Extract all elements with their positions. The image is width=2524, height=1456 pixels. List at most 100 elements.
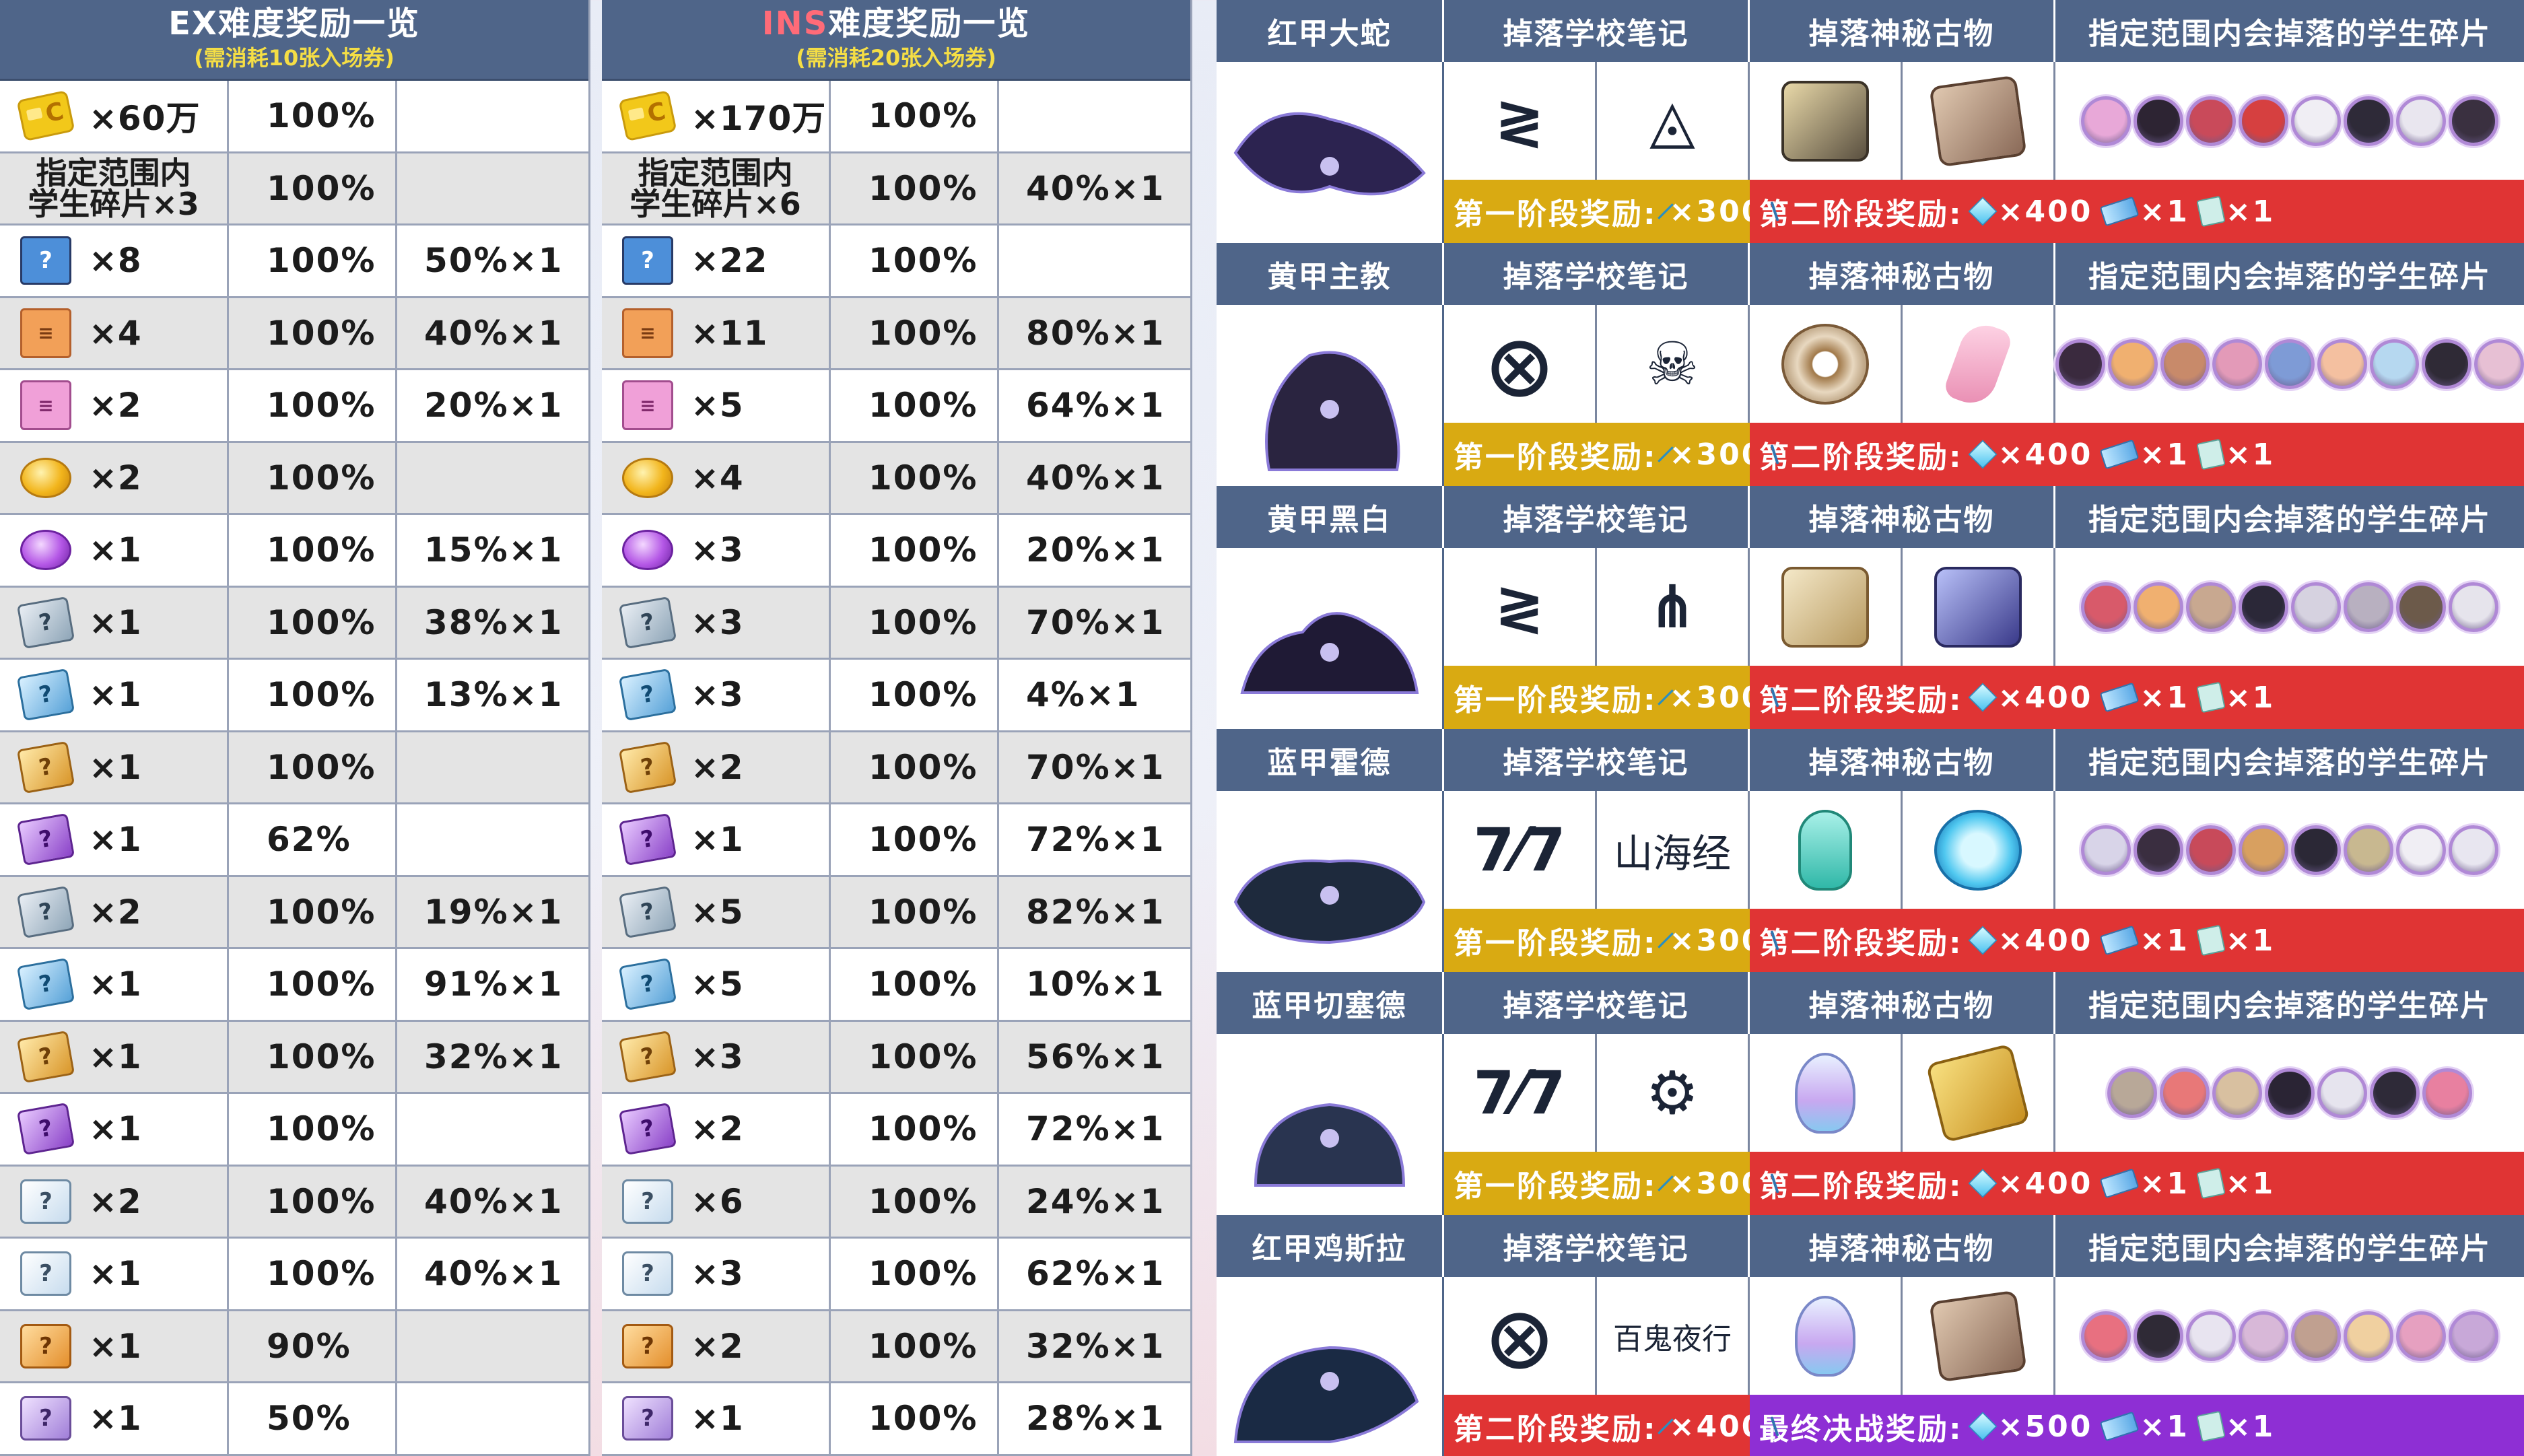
purple-orb-icon <box>20 530 71 571</box>
student-shards-header: 指定范围内会掉落的学生碎片 <box>2055 243 2524 305</box>
silver-blueprint-icon: ? <box>16 596 75 649</box>
ex-row: ? ×1 100% 38%×1 <box>0 587 588 660</box>
ins-extra-drop: 40%×1 <box>1026 458 1165 497</box>
blue-blueprint-icon: ? <box>618 668 677 722</box>
boss-portrait <box>1217 791 1444 972</box>
ins-item-cell: ? ×3 <box>602 1021 831 1092</box>
stage-b-reward: 第二阶段奖励: ×400 ×1 ×1 <box>1750 1152 2524 1215</box>
ins-row: ? ×3 100% 62%×1 <box>602 1239 1190 1311</box>
ex-row: ? ×1 100% 32%×1 <box>0 1021 588 1094</box>
ins-item-cell: ? ×2 <box>602 1094 831 1165</box>
ex-extra-drop <box>397 804 588 875</box>
student-shard-icon <box>2239 1311 2288 1361</box>
stage-b-reward: 最终决战奖励: ×500 ×1 ×1 <box>1750 1395 2524 1456</box>
student-shard-icon <box>2081 582 2131 632</box>
pyroxene-gem-icon <box>1968 1169 1998 1198</box>
boss-name: 红甲鸡斯拉 <box>1217 1215 1444 1277</box>
ex-item-qty: ×1 <box>89 675 142 715</box>
student-shard-icon <box>2212 339 2263 389</box>
ex-row: ? ×1 100% 40%×1 <box>0 1239 588 1311</box>
stage-b-label: 第二阶段奖励: <box>1759 683 1963 718</box>
ins-extra-drop: 82%×1 <box>1026 892 1165 932</box>
student-shards-row <box>2055 62 2524 180</box>
ins-item-qty: ×2 <box>691 1109 744 1149</box>
ex-drop-rate: 50% <box>229 1383 397 1454</box>
ex-row: ×2 100% <box>0 442 588 515</box>
student-shard-icon <box>2186 96 2236 146</box>
ins-row: ≡ ×5 100% 64%×1 <box>602 370 1190 443</box>
sword-logo-icon: ≷ <box>1495 85 1544 155</box>
student-shards-row <box>2055 1034 2524 1152</box>
ins-table-subtitle: (需消耗20张入场券) <box>796 45 996 71</box>
stage-a-label: 第一阶段奖励: <box>1454 197 1658 232</box>
student-shard-icon <box>2291 582 2341 632</box>
ins-item-cell: ×4 <box>602 442 831 513</box>
student-shard-icon <box>2449 582 2498 632</box>
stage-a-label: 第二阶段奖励: <box>1454 1412 1658 1447</box>
ex-table-header: EX难度奖励一览 (需消耗10张入场券) <box>0 0 588 81</box>
ins-title-highlight: INS <box>761 5 829 42</box>
ex-row: ×60万 100% <box>0 81 588 153</box>
gold-blueprint-icon: ? <box>618 740 677 794</box>
student-shard-icon <box>2265 1068 2315 1118</box>
ex-drop-rate: 100% <box>229 153 397 223</box>
ex-row: ? ×1 50% <box>0 1383 588 1456</box>
ins-row: ? ×1 100% 72%×1 <box>602 804 1190 877</box>
stage-a-label: 第一阶段奖励: <box>1454 683 1658 718</box>
ex-item-cell: ? ×2 <box>0 876 229 947</box>
student-shard-icon <box>2344 96 2393 146</box>
ins-item-cell: ? ×3 <box>602 660 831 730</box>
ex-row: ? ×1 100% 91%×1 <box>0 949 588 1022</box>
ins-extra-drop: 72%×1 <box>1026 820 1165 860</box>
ins-row: ? ×2 100% 32%×1 <box>602 1311 1190 1383</box>
stage-a-reward: 第一阶段奖励:×300×1 <box>1444 666 1827 729</box>
ex-shard-label: 指定范围内 学生碎片×3 <box>28 154 199 222</box>
herb-book-relic-icon <box>1781 566 1869 648</box>
stage-a-label: 第一阶段奖励: <box>1454 1169 1658 1204</box>
ins-item-cell: ? ×3 <box>602 1239 831 1309</box>
ins-item-cell: ≡ ×11 <box>602 298 831 368</box>
ex-row: ? ×1 100% <box>0 732 588 804</box>
stage-b-reward: 第二阶段奖励: ×400 ×1 ×1 <box>1750 423 2524 486</box>
ins-row: ? ×3 100% 56%×1 <box>602 1021 1190 1094</box>
boss-name: 红甲大蛇 <box>1217 0 1444 62</box>
ins-extra-drop <box>999 226 1190 296</box>
relic-header: 掉落神秘古物 <box>1750 486 2055 548</box>
ex-drop-rate: 100% <box>229 876 397 947</box>
triforce-logo-icon: ⨂ <box>1490 1301 1549 1371</box>
ins-item-cell: ×3 <box>602 515 831 586</box>
relic-cell <box>1750 305 1903 423</box>
notes-icon <box>2196 195 2226 228</box>
ticket-icon <box>2099 682 2140 713</box>
ins-drop-rate: 100% <box>831 1166 999 1237</box>
ex-drop-rate: 90% <box>229 1311 397 1381</box>
ins-item-cell: 指定范围内 学生碎片×6 <box>602 153 831 223</box>
notes-icon <box>2196 1167 2226 1200</box>
stage-b-label: 第二阶段奖励: <box>1759 440 1963 475</box>
ex-item-qty: ×1 <box>89 1326 142 1366</box>
ex-reward-table: EX难度奖励一览 (需消耗10张入场券) ×60万100%指定范围内 学生碎片×… <box>0 0 590 1456</box>
relic-cell <box>1750 791 1903 909</box>
ins-drop-rate: 100% <box>831 370 999 441</box>
ins-item-qty: ×1 <box>691 820 744 860</box>
stage-b-gems: ×500 <box>1998 1409 2093 1444</box>
student-shard-icon <box>2186 582 2236 632</box>
orange-mystery-box-icon: ? <box>622 1323 673 1368</box>
student-shard-icon <box>2107 1068 2157 1118</box>
stage-b-label: 第二阶段奖励: <box>1759 197 1963 232</box>
ex-item-qty: ×1 <box>89 530 142 570</box>
ex-row: ? ×2 100% 19%×1 <box>0 876 588 949</box>
ex-item-cell: ? ×1 <box>0 1094 229 1165</box>
ins-item-qty: ×170万 <box>691 99 827 139</box>
ins-row: ? ×3 100% 4%×1 <box>602 660 1190 732</box>
ex-item-cell: ? ×1 <box>0 587 229 658</box>
ex-table-title: EX难度奖励一览 <box>168 5 420 42</box>
relic-header: 掉落神秘古物 <box>1750 1215 2055 1277</box>
ex-drop-rate: 100% <box>229 226 397 296</box>
ex-extra-drop <box>397 1383 588 1454</box>
student-shard-icon <box>2474 339 2524 389</box>
pink-activity-report-icon: ≡ <box>622 380 673 431</box>
ins-extra-drop: 62%×1 <box>1026 1254 1165 1294</box>
student-shards-header: 指定范围内会掉落的学生碎片 <box>2055 972 2524 1034</box>
ins-item-qty: ×5 <box>691 965 744 1004</box>
